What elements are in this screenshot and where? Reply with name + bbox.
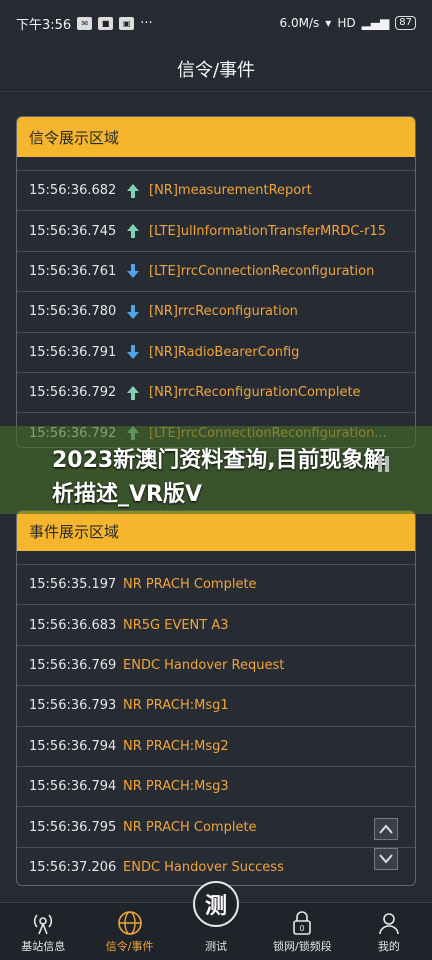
row-time: 15:56:36.791	[29, 344, 117, 360]
hd-icon: HD	[337, 16, 356, 30]
event-row[interactable]: 15:56:36.793 NR PRACH:Msg1	[17, 686, 415, 727]
scroll-down-button[interactable]	[374, 848, 398, 870]
partial-row	[17, 157, 415, 171]
event-row[interactable]: 15:56:36.795 NR PRACH Complete	[17, 807, 415, 848]
nav-label: 测试	[205, 940, 228, 953]
arrow-down-icon	[121, 263, 145, 279]
event-row[interactable]: 15:56:36.683 NR5G EVENT A3	[17, 605, 415, 646]
row-time: 15:56:36.682	[29, 183, 117, 199]
signaling-panel-header: 信令展示区域	[17, 117, 415, 157]
event-row[interactable]: 15:56:36.794 NR PRACH:Msg2	[17, 727, 415, 767]
signaling-panel: 信令展示区域 15:56:36.682 [NR]measurementReport…	[16, 116, 416, 448]
row-event: ENDC Handover Success	[123, 859, 284, 875]
signaling-row[interactable]: 15:56:36.761 [LTE]rrcConnectionReconfigur…	[17, 252, 415, 293]
nav-label: 我的	[377, 940, 400, 953]
row-event: NR PRACH:Msg2	[123, 738, 229, 754]
row-time: 15:56:37.206	[29, 859, 117, 875]
row-time: 15:56:36.792	[29, 385, 117, 401]
more-icon: ···	[140, 15, 153, 31]
event-row[interactable]: 15:56:36.769 ENDC Handover Request	[17, 646, 415, 687]
chevron-up-icon	[379, 824, 393, 834]
message-icon: ✉	[77, 16, 93, 30]
app-notification-icon: ▣	[119, 16, 135, 30]
row-time: 15:56:36.683	[29, 617, 117, 633]
row-time: 15:56:36.761	[29, 263, 117, 279]
row-event: NR PRACH Complete	[123, 577, 257, 593]
event-row[interactable]: 15:56:36.794 NR PRACH:Msg3	[17, 767, 415, 808]
signaling-row[interactable]: 15:56:36.682 [NR]measurementReport	[17, 171, 415, 212]
arrow-up-icon	[121, 223, 145, 239]
row-time: 15:56:36.794	[29, 779, 117, 795]
arrow-up-icon	[121, 385, 145, 401]
nav-label: 锁网/锁频段	[273, 940, 332, 953]
globe-icon	[117, 910, 143, 936]
watermark-text: 2023新澳门资料查询,目前现象解析描述_VR版V	[52, 448, 386, 507]
wifi-icon: ▾	[325, 16, 332, 30]
row-message: [LTE]ulInformationTransferMRDC-r15	[149, 223, 387, 239]
scroll-up-button[interactable]	[374, 818, 398, 840]
row-event: NR PRACH Complete	[123, 819, 257, 835]
nav-item-mine[interactable]: 我的	[346, 903, 432, 960]
partial-row	[17, 551, 415, 565]
antenna-icon	[31, 910, 55, 936]
app-notification-icon: ■	[98, 16, 114, 30]
nav-label: 基站信息	[21, 940, 66, 953]
network-speed: 6.0M/s	[279, 16, 320, 30]
signaling-row[interactable]: 15:56:36.791 [NR]RadioBearerConfig	[17, 333, 415, 373]
row-message: [NR]rrcReconfigurationComplete	[149, 385, 361, 401]
event-row[interactable]: 15:56:35.197 NR PRACH Complete	[17, 565, 415, 606]
event-panel: 事件展示区域 15:56:35.197 NR PRACH Complete 15:5…	[16, 510, 416, 886]
row-time: 15:56:36.793	[29, 698, 117, 714]
row-time: 15:56:36.745	[29, 223, 117, 239]
nav-item-base-station[interactable]: 基站信息	[0, 903, 86, 960]
row-message: [NR]rrcReconfiguration	[149, 304, 298, 320]
row-event: NR PRACH:Msg1	[123, 698, 229, 714]
nav-item-lock[interactable]: 0 锁网/锁频段	[259, 903, 345, 960]
chevron-down-icon	[379, 854, 393, 864]
page-title: 信令/事件	[0, 46, 432, 92]
row-time: 15:56:36.769	[29, 657, 117, 673]
row-time: 15:56:35.197	[29, 577, 117, 593]
row-message: [NR]RadioBearerConfig	[149, 344, 300, 360]
svg-text:0: 0	[300, 924, 305, 933]
battery-icon: 87	[395, 16, 416, 30]
row-time: 15:56:36.780	[29, 304, 117, 320]
page-title-text: 信令/事件	[176, 59, 256, 81]
status-right: 6.0M/s ▾ HD ▂▄▆ 87	[280, 16, 416, 30]
row-time: 15:56:36.794	[29, 738, 117, 754]
event-panel-header: 事件展示区域	[17, 511, 415, 551]
lock-icon: 0	[291, 910, 313, 936]
user-icon	[378, 910, 400, 936]
row-message: [NR]measurementReport	[149, 183, 312, 199]
signaling-row[interactable]: 15:56:36.745 [LTE]ulInformationTransferMR…	[17, 211, 415, 252]
row-time: 15:56:36.795	[29, 819, 117, 835]
signaling-row[interactable]: 15:56:36.792 [NR]rrcReconfigurationComple…	[17, 373, 415, 414]
arrow-up-icon	[121, 183, 145, 199]
bottom-nav: 基站信息 信令/事件 测 测试 0 锁网/锁频段 我的	[0, 881, 432, 960]
status-bar: 下午3:56 ✉ ■ ▣ ··· 6.0M/s ▾ HD ▂▄▆ 87	[0, 0, 432, 46]
status-time: 下午3:56	[16, 17, 72, 33]
nav-label: 信令/事件	[105, 940, 154, 953]
row-event: NR PRACH:Msg3	[123, 779, 229, 795]
row-event: NR5G EVENT A3	[123, 617, 229, 633]
nav-item-signaling-events[interactable]: 信令/事件	[86, 903, 172, 960]
signal-icon: ▂▄▆	[361, 16, 390, 30]
test-icon[interactable]: 测	[193, 881, 240, 927]
row-event: ENDC Handover Request	[123, 657, 285, 673]
arrow-down-icon	[121, 304, 145, 320]
nav-item-test[interactable]: 测 测试	[173, 881, 259, 960]
signaling-row[interactable]: 15:56:36.780 [NR]rrcReconfiguration	[17, 292, 415, 333]
row-message: [LTE]rrcConnectionReconfiguration	[149, 263, 375, 279]
pause-icon[interactable]	[378, 456, 390, 472]
status-left: 下午3:56 ✉ ■ ▣ ···	[16, 14, 153, 33]
arrow-down-icon	[121, 344, 145, 360]
